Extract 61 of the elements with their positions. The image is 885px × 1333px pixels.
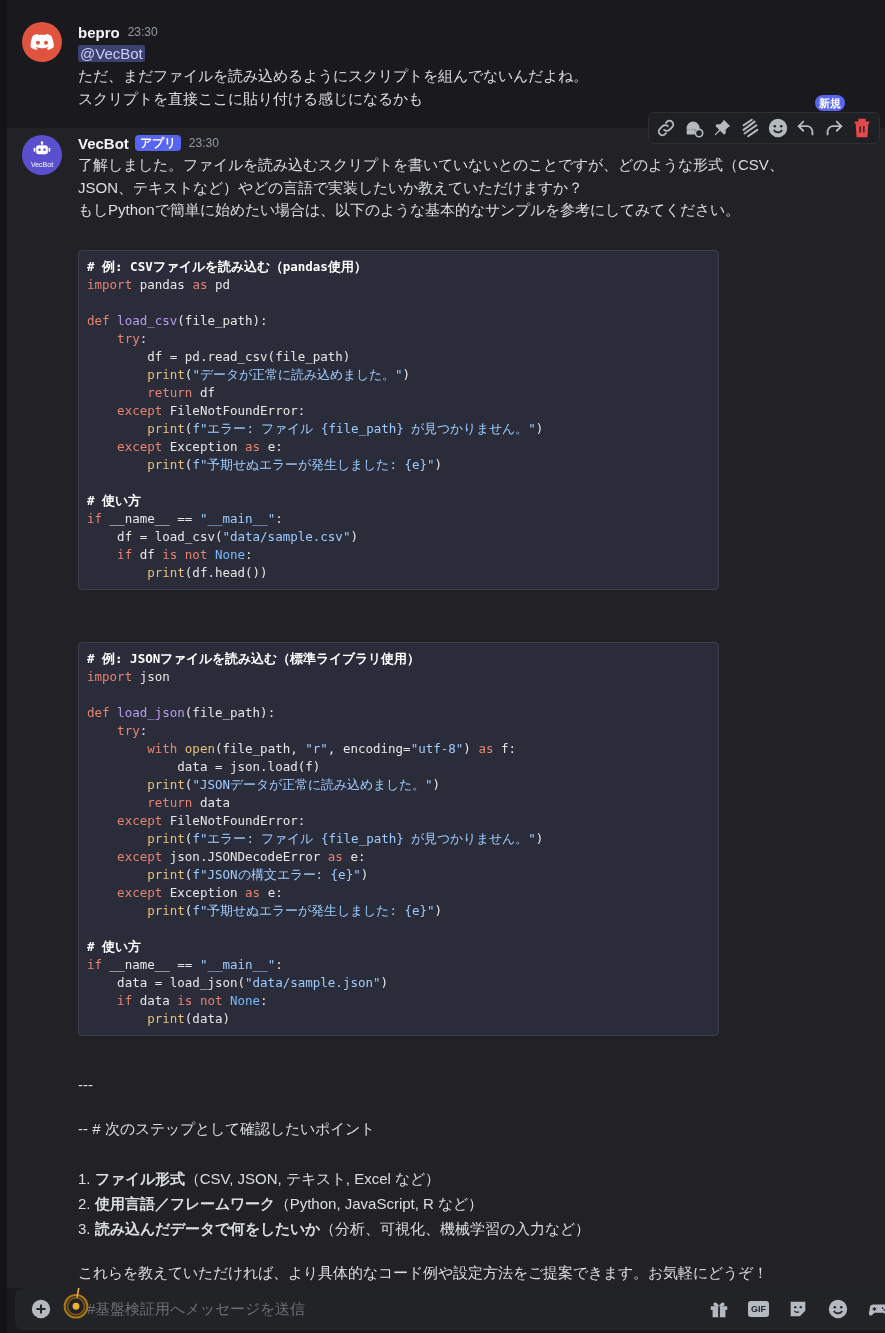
code-line: except Exception as e:	[116, 883, 284, 902]
code-line: import pandas as pd	[87, 275, 231, 294]
code-line: if __name__ == "__main__":	[87, 955, 284, 974]
list-item: 2. 使用言語／フレームワーク（Python, JavaScript, R など）	[78, 1193, 484, 1214]
emoji-icon[interactable]	[827, 1298, 849, 1320]
new-badge: 新規	[815, 95, 845, 111]
list-item: 1. ファイル形式（CSV, JSON, テキスト, Excel など）	[78, 1168, 440, 1189]
app-badge: アプリ	[134, 135, 181, 151]
code-line: data = json.load(f)	[176, 757, 322, 776]
list-item: 3. 読み込んだデータで何をしたいか（分析、可視化、機械学習の入力など）	[78, 1218, 590, 1239]
code-line: except json.JSONDecodeError as e:	[116, 847, 367, 866]
code-line: print("JSONデータが正常に読み込めました。")	[146, 775, 442, 794]
code-line: except Exception as e:	[116, 437, 284, 456]
code-line: except FileNotFoundError:	[116, 811, 307, 830]
link-icon[interactable]	[655, 117, 677, 139]
mention-link[interactable]: @VecBot	[78, 45, 145, 62]
code-line: # 使い方	[87, 491, 143, 510]
gif-button[interactable]: GIF	[748, 1301, 769, 1317]
code-line: if data is not None:	[116, 991, 269, 1010]
message-text: ただ、まだファイルを読み込めるようにスクリプトを組んでないんだよね。	[78, 66, 588, 86]
message-text: JSON、テキストなど）やどの言語で実装したいか教えていただけますか？	[78, 177, 583, 198]
code-line: print(f"エラー: ファイル {file_path} が見つかりません。")	[146, 419, 545, 438]
input-placeholder: #基盤検証用へメッセージを送信	[87, 1299, 307, 1319]
code-line: data = load_json("data/sample.json")	[116, 973, 390, 992]
emoji-icon[interactable]	[767, 117, 789, 139]
message-text: これらを教えていただければ、より具体的なコード例や設定方法をご提案できます。お気軽にどうぞ！	[78, 1262, 768, 1283]
add-icon[interactable]	[31, 1299, 51, 1319]
code-line: print(f"予期せぬエラーが発生しました: {e}")	[146, 901, 444, 920]
code-line: print(f"エラー: ファイル {file_path} が見つかりません。")	[146, 829, 545, 848]
code-line: if df is not None:	[116, 545, 254, 564]
code-line: print(df.head())	[146, 563, 269, 582]
code-line: return df	[146, 383, 216, 402]
message-text: スクリプトを直接ここに貼り付ける感じになるかも	[78, 88, 423, 109]
code-line: if __name__ == "__main__":	[87, 509, 284, 528]
code-line: # 例: JSONファイルを読み込む（標準ライブラリ使用）	[87, 649, 422, 668]
code-line: df = load_csv("data/sample.csv")	[116, 527, 359, 546]
code-line: try:	[116, 329, 149, 348]
code-line: # 使い方	[87, 937, 143, 956]
timestamp: 23:30	[127, 25, 158, 39]
code-line: print(f"予期せぬエラーが発生しました: {e}")	[146, 455, 444, 474]
author-name[interactable]: bepro	[78, 23, 120, 41]
code-line: df = pd.read_csv(file_path)	[146, 347, 352, 366]
code-line: import json	[87, 667, 171, 686]
message-text: もしPythonで簡単に始めたい場合は、以下のような基本的なサンプルを参考にしてみてください。	[78, 200, 740, 220]
code-line: with open(file_path, "r", encoding="utf-8") as f:	[146, 739, 518, 758]
timestamp: 23:30	[188, 136, 219, 150]
code-line: def load_json(file_path):	[87, 703, 277, 722]
discord-logo-icon	[22, 22, 62, 62]
message-text: ---	[78, 1074, 93, 1095]
code-line: print(f"JSONの構文エラー: {e}")	[146, 865, 370, 884]
author-name[interactable]: VecBot	[78, 134, 129, 152]
message-input-field[interactable]: #基盤検証用へメッセージを送信 GIF	[15, 1288, 885, 1330]
code-line: print("データが正常に読み込めました。")	[146, 365, 411, 384]
message-text: 了解しました。ファイルを読み込むスクリプトを書いていないとのことですが、どのような形式（CSV、	[78, 155, 784, 175]
code-line: print(data)	[146, 1009, 231, 1028]
code-line: return data	[146, 793, 231, 812]
code-line: except FileNotFoundError:	[116, 401, 307, 420]
code-line: # 例: CSVファイルを読み込む（pandas使用）	[87, 257, 368, 276]
code-line: def load_csv(file_path):	[87, 311, 269, 330]
code-line: try:	[116, 721, 149, 740]
message-text: -- # 次のステップとして確認したいポイント	[78, 1119, 375, 1139]
